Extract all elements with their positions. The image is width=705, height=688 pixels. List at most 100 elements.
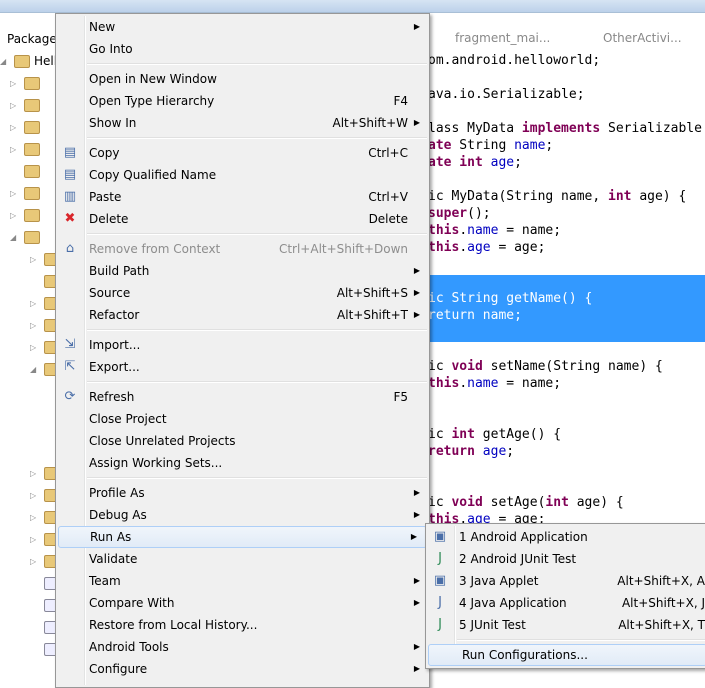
tree-row[interactable]: ▷ [10,117,40,137]
menu-item-label: Refactor [89,308,140,322]
code-token: implements [521,121,601,136]
expand-arrow-icon[interactable]: ▷ [10,211,18,220]
menu-item-paste[interactable]: ▥ Paste Ctrl+V [56,186,429,208]
expand-arrow-icon[interactable]: ▷ [30,299,38,308]
menu-item-refresh[interactable]: ⟳ Refresh F5 [56,386,429,408]
menu-item-copy-qualified-name[interactable]: ▤ Copy Qualified Name [56,164,429,186]
expand-arrow-icon[interactable]: ▷ [30,321,38,330]
java-application-icon: J [438,595,442,610]
tab-other-activity[interactable]: OtherActivi... [603,31,682,45]
menu-item-remove-from-context[interactable]: ⌂ Remove from Context Ctrl+Alt+Shift+Down [56,238,429,260]
menu-item-open-type-hierarchy[interactable]: Open Type Hierarchy F4 [56,90,429,112]
expand-arrow-icon[interactable]: ▷ [30,513,38,522]
tree-row[interactable]: ▷ [10,205,40,225]
menu-item-open-in-new-window[interactable]: Open in New Window [56,68,429,90]
submenu-arrow-icon: ▶ [410,532,417,541]
code-token: setName(String name) { [482,359,663,374]
menu-item-show-in[interactable]: Show In Alt+Shift+W ▶ [56,112,429,134]
menu-item-copy[interactable]: ▤ Copy Ctrl+C [56,142,429,164]
code-line: ate int age; [428,154,705,171]
menu-item-run-configurations[interactable]: Run Configurations... [428,644,705,666]
tree-row[interactable]: ▷ [10,183,40,203]
code-token: ; [545,138,554,153]
menu-item-1-android-application[interactable]: ▣ 1 Android Application [426,526,705,548]
menu-item-new[interactable]: New ▶ [56,16,429,38]
code-token: age) { [631,189,687,204]
code-token: age [482,444,507,459]
folder-icon [24,208,40,222]
tree-row[interactable]: ▷ [10,73,40,93]
expand-arrow-icon[interactable]: ◢ [10,233,18,242]
tree-row[interactable]: ▷ [10,95,40,115]
menu-item-configure[interactable]: Configure ▶ [56,658,429,680]
menu-item-3-java-applet[interactable]: ▣ 3 Java Applet Alt+Shift+X, A [426,570,705,592]
menu-item-restore-from-local-history[interactable]: Restore from Local History... [56,614,429,636]
expand-arrow-icon[interactable]: ▷ [30,255,38,264]
menu-item-debug-as[interactable]: Debug As ▶ [56,504,429,526]
menu-item-4-java-application[interactable]: J 4 Java Application Alt+Shift+X, J [426,592,705,614]
submenu-arrow-icon: ▶ [413,598,420,607]
tree-row[interactable]: ◢ [10,227,40,247]
code-token: super [428,206,468,221]
code-token: om.android.helloworld; [428,53,601,68]
code-token: = name; [498,223,562,238]
tree-row[interactable] [10,161,40,181]
menu-item-close-project[interactable]: Close Project [56,408,429,430]
editor-tabs: fragment_mai... OtherActivi... [430,28,705,50]
menu-separator [56,474,429,482]
expand-arrow-icon[interactable]: ◢ [30,365,38,374]
package-explorer-title: Package [7,32,57,46]
menu-item-label: Build Path [89,264,150,278]
folder-icon [24,76,40,90]
menu-item-profile-as[interactable]: Profile As ▶ [56,482,429,504]
menu-item-label: Validate [89,552,138,566]
android-junit-icon: J [438,551,442,566]
expand-arrow-icon[interactable]: ▷ [10,189,18,198]
menu-item-android-tools[interactable]: Android Tools ▶ [56,636,429,658]
expand-arrow-icon[interactable]: ▷ [30,343,38,352]
code-token: name [467,223,499,238]
code-token: ic [428,427,452,442]
code-editor[interactable]: om.android.helloworld; ava.io.Serializab… [428,52,705,528]
code-line: this.name = name; [428,375,705,392]
tree-row[interactable]: ◢ Hell [0,51,57,71]
expand-arrow-icon[interactable]: ▷ [10,145,18,154]
menu-item-team[interactable]: Team ▶ [56,570,429,592]
menu-item-2-android-junit-test[interactable]: J 2 Android JUnit Test [426,548,705,570]
menu-separator [56,230,429,238]
menu-item-compare-with[interactable]: Compare With ▶ [56,592,429,614]
menu-item-validate[interactable]: Validate [56,548,429,570]
code-token: age [490,155,515,170]
menu-item-import[interactable]: ⇲ Import... [56,334,429,356]
code-token: return [428,444,475,459]
menu-item-delete[interactable]: ✖ Delete Delete [56,208,429,230]
menu-item-go-into[interactable]: Go Into [56,38,429,60]
menu-item-close-unrelated-projects[interactable]: Close Unrelated Projects [56,430,429,452]
expand-arrow-icon[interactable]: ▷ [10,79,18,88]
code-token: getAge() { [474,427,562,442]
expand-arrow-icon[interactable]: ▷ [30,491,38,500]
code-token: ic MyData(String name, [428,189,609,204]
menu-item-label: Close Project [89,412,167,426]
expand-arrow-icon[interactable]: ▷ [30,557,38,566]
expand-arrow-icon[interactable]: ▷ [30,469,38,478]
submenu-arrow-icon: ▶ [413,118,420,127]
menu-item-export[interactable]: ⇱ Export... [56,356,429,378]
menu-item-assign-working-sets[interactable]: Assign Working Sets... [56,452,429,474]
expand-arrow-icon[interactable]: ▷ [10,123,18,132]
tab-fragment-main[interactable]: fragment_mai... [455,31,550,45]
menu-item-build-path[interactable]: Build Path ▶ [56,260,429,282]
menu-item-5-junit-test[interactable]: J 5 JUnit Test Alt+Shift+X, T [426,614,705,636]
menu-item-run-as[interactable]: Run As ▶ [58,526,427,548]
project-name: Hell [34,54,58,68]
menu-item-source[interactable]: Source Alt+Shift+S ▶ [56,282,429,304]
expand-arrow-icon[interactable]: ▷ [10,101,18,110]
expand-arrow-icon[interactable]: ▷ [30,535,38,544]
code-token: setAge( [482,495,546,510]
tree-row[interactable]: ▷ [10,139,40,159]
import-icon: ⇲ [64,337,76,352]
folder-icon [24,186,40,200]
expand-arrow-icon[interactable]: ◢ [0,57,8,66]
menu-item-refactor[interactable]: Refactor Alt+Shift+T ▶ [56,304,429,326]
